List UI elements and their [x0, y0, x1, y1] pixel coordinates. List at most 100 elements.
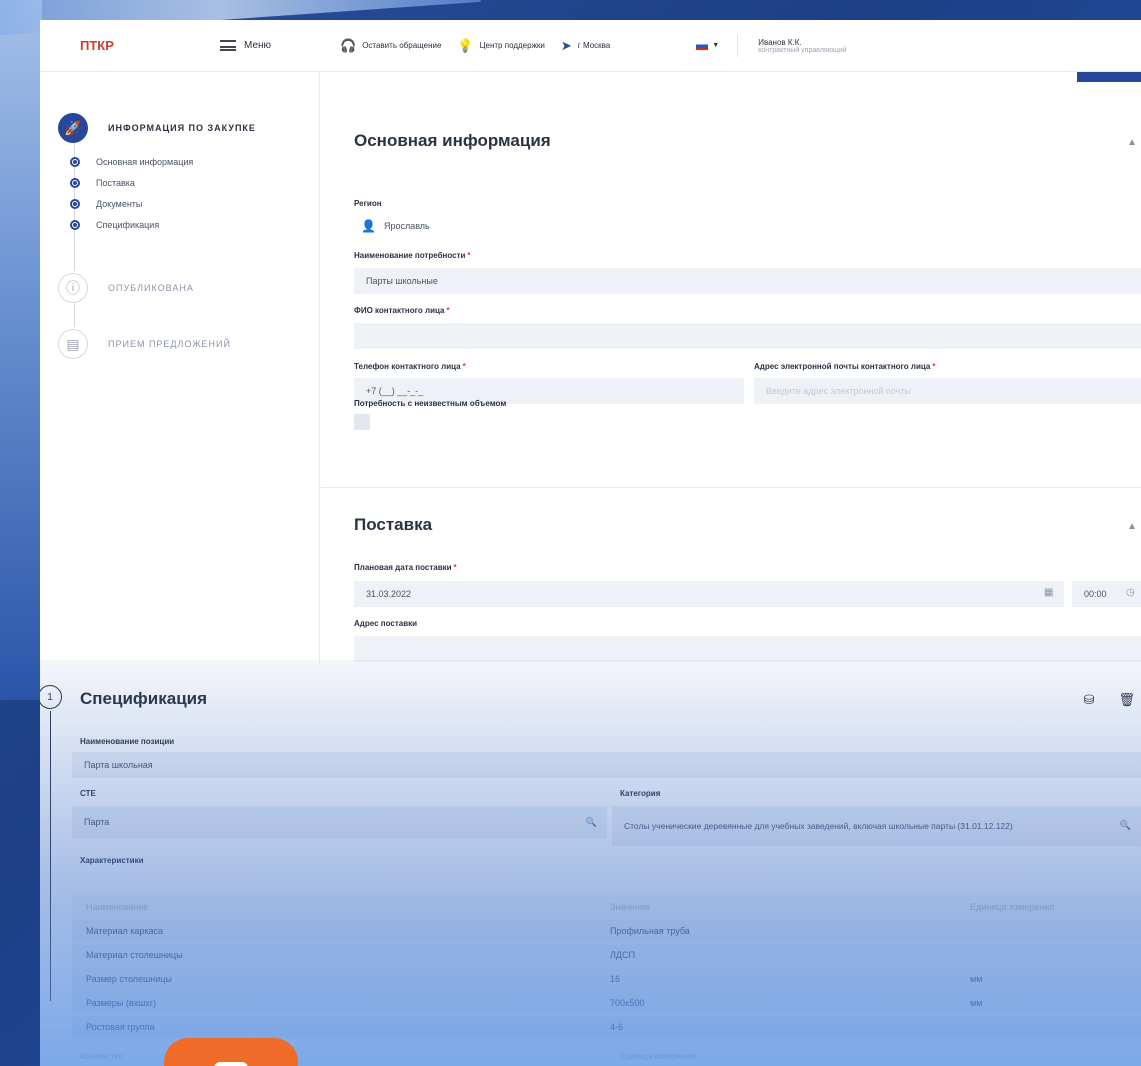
main-form: Основная информация ▲ Регион 👤 Ярославль…: [321, 73, 1141, 663]
required-mark: *: [453, 563, 457, 572]
region-label: Регион: [354, 199, 382, 208]
trash-icon[interactable]: 🗑: [1118, 692, 1135, 708]
floating-action-button[interactable]: [164, 1038, 298, 1066]
step-title: ОПУБЛИКОВАНА: [108, 283, 194, 293]
spec-title: Спецификация: [80, 689, 208, 708]
table-row[interactable]: Ростовая группа 4-6: [72, 1015, 1141, 1039]
cte-label: СТЕ: [80, 789, 96, 798]
table-row[interactable]: Материал каркаса Профильная труба: [72, 919, 1141, 943]
location-arrow-icon: ➤: [560, 37, 572, 53]
specification-section: 1 Спецификация ⛁ 🗑 Наименование позиции …: [40, 665, 1141, 1066]
cell-value: 4-6: [610, 1021, 624, 1032]
appeal-button[interactable]: 🎧 Оставить обращение: [340, 38, 441, 54]
step-published[interactable]: ⓘ ОПУБЛИКОВАНА: [58, 273, 194, 303]
label-text: Наименование потребности: [354, 251, 466, 260]
position-label: Наименование позиции: [80, 737, 175, 746]
delivery-address-field[interactable]: [354, 636, 1141, 662]
region-text: Ярославль: [383, 221, 430, 231]
location-selector[interactable]: ➤ г Москва: [561, 38, 610, 54]
user-name: Иванов К.К.: [758, 37, 802, 47]
search-icon[interactable]: 🔍: [586, 817, 597, 828]
region-value: 👤 Ярославль: [361, 219, 430, 233]
section-title-main-info: Основная информация: [354, 131, 551, 150]
database-icon[interactable]: ⛁: [1084, 692, 1095, 708]
cell-unit: мм: [970, 997, 983, 1008]
unit-label: Единица измерения: [620, 1052, 695, 1061]
document-icon: ▤: [58, 329, 88, 359]
cte-field[interactable]: Парта 🔍: [72, 806, 607, 838]
step-title: ПРИЕМ ПРЕДЛОЖЕНИЙ: [108, 339, 231, 349]
category-value: Столы ученические деревянные для учебных…: [624, 821, 1013, 831]
user-location-icon: 👤: [361, 219, 376, 233]
sidebar-item-main-info[interactable]: Основная информация: [70, 157, 193, 167]
cell-name: Ростовая группа: [86, 1021, 155, 1032]
table-header: Наименование Значение Единица измерения: [72, 895, 1141, 919]
cell-value: 700х500: [610, 997, 645, 1008]
step-procurement-info[interactable]: 🚀 ИНФОРМАЦИЯ ПО ЗАКУПКЕ: [58, 113, 256, 143]
step-offers[interactable]: ▤ ПРИЕМ ПРЕДЛОЖЕНИЙ: [58, 329, 231, 359]
headset-icon: 🎧: [340, 37, 357, 53]
support-button[interactable]: 💡 Центр поддержки: [457, 38, 544, 54]
label-text: Адрес электронной почты контактного лица: [754, 362, 931, 371]
menu-label: Меню: [244, 40, 272, 51]
table-row[interactable]: Размер столешницы 16 мм: [72, 967, 1141, 991]
sidebar-item-specification[interactable]: Спецификация: [70, 220, 159, 230]
required-mark: *: [462, 362, 466, 371]
calendar-icon[interactable]: ▦: [1044, 587, 1053, 598]
background-decoration: [0, 0, 42, 700]
cell-name: Размеры (вхшхг): [86, 997, 157, 1008]
category-label: Категория: [620, 789, 661, 798]
table-row[interactable]: Материал столешницы ЛДСП: [72, 943, 1141, 967]
need-name-label: Наименование потребности *: [354, 251, 471, 260]
logo[interactable]: ПТКР: [80, 38, 220, 53]
info-icon: ⓘ: [58, 273, 88, 303]
user-role: контрактный управляющий: [758, 46, 847, 54]
delivery-date-field[interactable]: 31.03.2022: [354, 581, 1064, 607]
cell-name: Размер столешницы: [86, 973, 172, 984]
cell-name: Материал столешницы: [86, 949, 183, 960]
contact-name-label: ФИО контактного лица *: [354, 306, 450, 315]
russia-flag-icon[interactable]: [696, 41, 709, 50]
spec-number-badge: 1: [40, 685, 62, 709]
position-field[interactable]: Парта школьная: [72, 752, 1141, 778]
column-header: Единица измерения: [970, 901, 1055, 912]
step-title: ИНФОРМАЦИЯ ПО ЗАКУПКЕ: [108, 123, 256, 133]
chevron-down-icon[interactable]: ▼: [712, 42, 719, 49]
quantity-label: Количество: [80, 1052, 123, 1061]
unknown-volume-checkbox[interactable]: [354, 414, 370, 430]
sidebar-item-label: Документы: [96, 199, 143, 209]
radio-dot-icon: [70, 178, 80, 188]
section-divider: [321, 487, 1141, 488]
collapse-icon[interactable]: ▲: [1127, 137, 1137, 148]
email-field[interactable]: Введите адрес электронной почты: [754, 378, 1141, 404]
radio-dot-icon: [70, 157, 80, 167]
user-profile[interactable]: Иванов К.К. контрактный управляющий: [758, 38, 846, 54]
characteristics-label: Характеристики: [80, 856, 144, 865]
required-mark: *: [467, 251, 471, 260]
cell-value: 16: [610, 973, 621, 984]
contact-name-field[interactable]: [354, 323, 1141, 349]
delivery-date-label: Плановая дата поставки *: [354, 563, 457, 572]
column-header: Значение: [610, 901, 650, 912]
collapse-icon[interactable]: ▲: [1127, 521, 1137, 532]
steps-sidebar: 🚀 ИНФОРМАЦИЯ ПО ЗАКУПКЕ Основная информа…: [40, 73, 320, 663]
section-title-delivery: Поставка: [354, 515, 433, 534]
clock-icon[interactable]: ◷: [1126, 587, 1135, 598]
delivery-address-label: Адрес поставки: [354, 619, 418, 628]
unknown-volume-label: Потребность с неизвестным объемом: [354, 399, 507, 408]
email-label: Адрес электронной почты контактного лица…: [754, 362, 935, 371]
lightbulb-icon: 💡: [457, 37, 474, 53]
button-inner: [214, 1062, 248, 1066]
label-text: ФИО контактного лица: [354, 306, 445, 315]
sidebar-item-label: Основная информация: [96, 157, 194, 167]
column-header: Наименование: [86, 901, 149, 912]
steps-line: [74, 301, 75, 327]
category-field[interactable]: Столы ученические деревянные для учебных…: [612, 806, 1141, 846]
appeal-label: Оставить обращение: [362, 41, 442, 50]
sidebar-item-delivery[interactable]: Поставка: [70, 178, 135, 188]
need-name-field[interactable]: Парты школьные: [354, 268, 1141, 294]
table-row[interactable]: Размеры (вхшхг) 700х500 мм: [72, 991, 1141, 1015]
menu-button[interactable]: Меню: [220, 40, 340, 51]
search-icon[interactable]: 🔍: [1120, 820, 1131, 831]
sidebar-item-documents[interactable]: Документы: [70, 199, 142, 209]
